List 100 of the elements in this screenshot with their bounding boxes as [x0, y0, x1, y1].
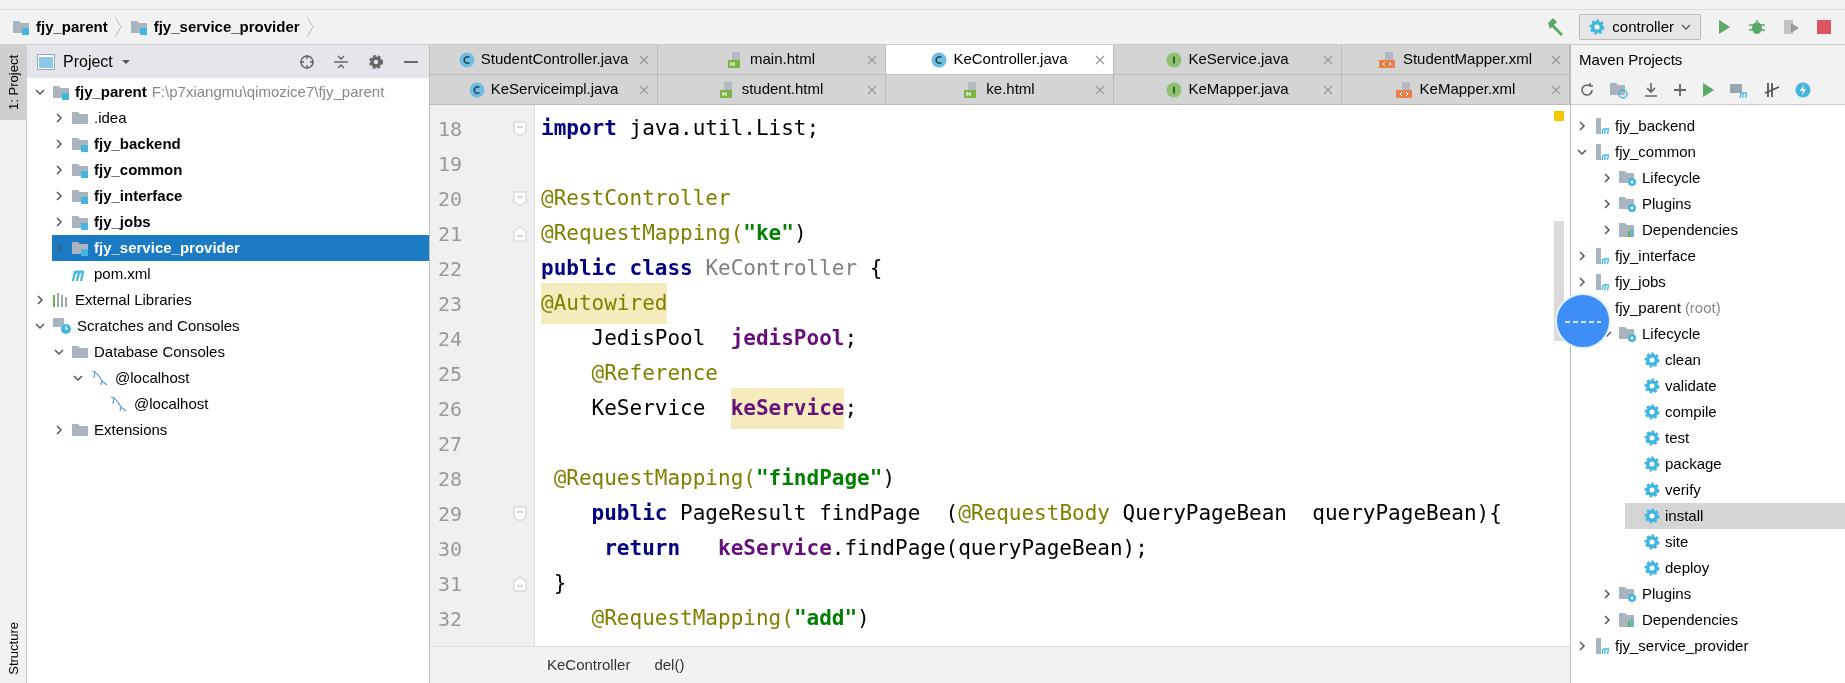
tree-item[interactable]: Extensions — [52, 417, 429, 443]
chevron-down-icon[interactable] — [53, 346, 65, 358]
chevron-down-icon[interactable] — [34, 86, 46, 98]
chevron-down-icon[interactable] — [1576, 146, 1588, 158]
tree-item[interactable]: fjy_jobs — [52, 209, 429, 235]
maven-tree-item[interactable]: Plugins — [1600, 581, 1845, 607]
chevron-down-icon[interactable] — [72, 372, 84, 384]
chevron-right-icon[interactable] — [1576, 120, 1588, 132]
warning-marker-icon — [1554, 111, 1564, 121]
folder-icon — [71, 110, 89, 126]
maven-tree-item[interactable]: compile — [1625, 399, 1845, 425]
chevron-right-icon[interactable] — [1601, 198, 1613, 210]
structure-tool-tab[interactable]: Structure — [0, 614, 27, 683]
maven-tree-item[interactable]: Plugins — [1600, 191, 1845, 217]
tree-item[interactable]: Database Consoles — [52, 339, 429, 365]
maven-tree-item[interactable]: verify — [1625, 477, 1845, 503]
bug-icon[interactable] — [1747, 17, 1767, 37]
hammer-icon[interactable] — [1545, 17, 1566, 37]
fold-marker-icon[interactable] — [513, 120, 527, 137]
download-icon[interactable] — [1643, 81, 1659, 98]
settings-icon[interactable] — [367, 52, 385, 71]
nav-crumb[interactable]: fjy_service_provider — [129, 15, 314, 39]
editor-tab[interactable]: student.html — [658, 75, 886, 104]
chevron-right-icon[interactable] — [1601, 588, 1613, 600]
chevron-right-icon[interactable] — [1576, 640, 1588, 652]
chevron-right-icon[interactable] — [1576, 276, 1588, 288]
chevron-right-icon[interactable] — [53, 190, 65, 202]
editor-tab[interactable]: KeMapper.java — [1114, 75, 1342, 104]
maven-tree-item[interactable]: Dependencies — [1600, 217, 1845, 243]
editor-tab[interactable]: KeController.java — [886, 45, 1114, 74]
fold-marker-icon[interactable] — [513, 575, 527, 592]
maven-tree-label: fjy_service_provider — [1615, 635, 1749, 656]
tree-item[interactable]: .idea — [52, 105, 429, 131]
maven-tree-item[interactable]: validate — [1625, 373, 1845, 399]
breadcrumb[interactable]: del() — [642, 653, 697, 677]
maven-tree-item[interactable]: fjy_service_provider — [1575, 633, 1845, 659]
class-icon — [468, 81, 485, 98]
maven-tree-item[interactable]: fjy_interface — [1575, 243, 1845, 269]
tree-item[interactable]: fjy_interface — [52, 183, 429, 209]
tree-item[interactable]: fjy_parent F:\p7xiangmu\qimozice7\fjy_parent — [33, 79, 429, 105]
run-icon[interactable] — [1701, 81, 1715, 98]
refresh-icon[interactable] — [1579, 81, 1595, 98]
maven-tree-item[interactable]: fjy_backend — [1575, 113, 1845, 139]
chevron-right-icon[interactable] — [1601, 614, 1613, 626]
editor-tab[interactable]: StudentController.java — [430, 45, 658, 74]
maven-tree-item[interactable]: Dependencies — [1600, 607, 1845, 633]
chevron-right-icon[interactable] — [1576, 250, 1588, 262]
add-icon[interactable] — [1673, 82, 1687, 97]
tree-item[interactable]: fjy_backend — [52, 131, 429, 157]
tree-label: fjy_service_provider — [94, 237, 240, 258]
chevron-right-icon[interactable] — [53, 164, 65, 176]
editor-tab[interactable]: KeService.java — [1114, 45, 1342, 74]
line-number: 23 — [437, 290, 464, 318]
maven-tree-item[interactable]: install — [1625, 503, 1845, 529]
fold-marker-icon[interactable] — [513, 505, 527, 522]
project-tool-tab[interactable]: 1: Project — [0, 45, 27, 120]
tree-item[interactable]: fjy_common — [52, 157, 429, 183]
coverage-icon[interactable] — [1781, 17, 1801, 37]
maven-tree-label: site — [1665, 531, 1689, 552]
maven-tree-item[interactable]: fjy_common — [1575, 139, 1845, 165]
stop-icon[interactable] — [1815, 18, 1833, 36]
maven-tree-item[interactable]: fjy_jobs — [1575, 269, 1845, 295]
maven-tree-item[interactable]: test — [1625, 425, 1845, 451]
maven-tree-item[interactable]: site — [1625, 529, 1845, 555]
tree-item[interactable]: fjy_service_provider — [52, 235, 429, 261]
maven-tree-item[interactable]: clean — [1625, 347, 1845, 373]
crosshair-icon[interactable] — [299, 53, 315, 70]
fold-marker-icon[interactable] — [513, 190, 527, 207]
maven-tree-item[interactable]: deploy — [1625, 555, 1845, 581]
collapse-all-icon[interactable] — [333, 53, 349, 70]
chevron-right-icon[interactable] — [53, 138, 65, 150]
editor-tab[interactable]: KeMapper.xml — [1342, 75, 1570, 104]
maven-tree-item[interactable]: package — [1625, 451, 1845, 477]
editor-tab[interactable]: ke.html — [886, 75, 1114, 104]
close-icon[interactable] — [1095, 54, 1105, 65]
chevron-down-icon[interactable] — [34, 320, 46, 332]
tree-item[interactable]: @localhost — [90, 391, 429, 417]
chevron-right-icon[interactable] — [53, 112, 65, 124]
fold-marker-icon[interactable] — [513, 225, 527, 242]
skip-tests-icon[interactable] — [1763, 81, 1781, 98]
tree-item[interactable]: pom.xml — [52, 261, 429, 287]
tree-item[interactable]: External Libraries — [33, 287, 429, 313]
tree-label: External Libraries — [75, 289, 192, 310]
editor-tab[interactable]: StudentMapper.xml — [1342, 45, 1570, 74]
editor-tab[interactable]: KeServiceimpl.java — [430, 75, 658, 104]
breadcrumb[interactable]: KeController — [535, 653, 643, 677]
nav-crumb[interactable]: fjy_parent — [12, 15, 122, 39]
maven-tree-item[interactable]: Lifecycle — [1600, 165, 1845, 191]
tree-item[interactable]: @localhost — [71, 365, 429, 391]
chevron-right-icon[interactable] — [53, 424, 65, 436]
run-config-dropdown[interactable]: controller — [1579, 14, 1701, 40]
tree-item[interactable]: Scratches and Consoles — [33, 313, 429, 339]
maven-tree-label: fjy_common — [1615, 141, 1696, 162]
chevron-right-icon[interactable] — [1601, 224, 1613, 236]
chevron-right-icon[interactable] — [53, 216, 65, 228]
interface-icon — [1166, 81, 1183, 98]
chevron-right-icon[interactable] — [1601, 172, 1613, 184]
chevron-right-icon[interactable] — [34, 294, 46, 306]
module-folder-icon — [71, 214, 89, 230]
line-number: 22 — [437, 255, 464, 283]
